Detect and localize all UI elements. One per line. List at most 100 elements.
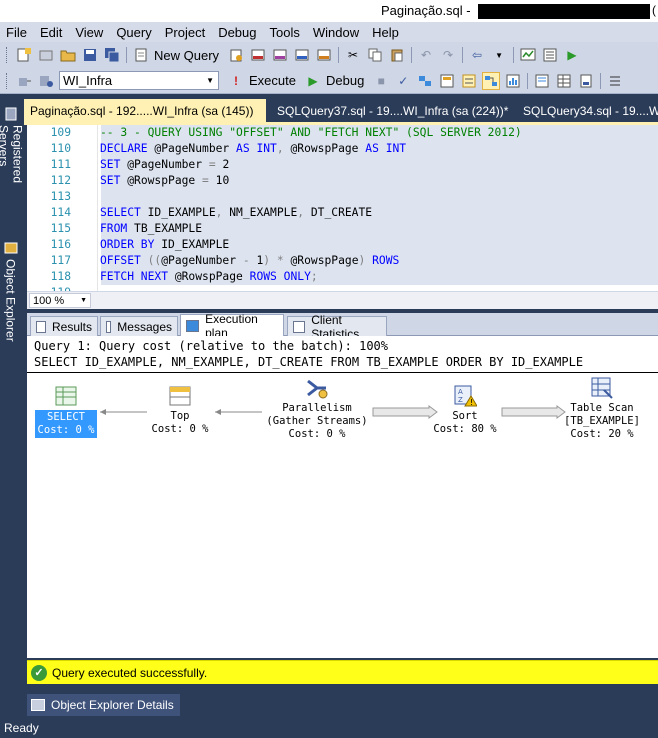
paste-icon[interactable] — [388, 46, 406, 64]
activity-monitor-icon[interactable] — [519, 46, 537, 64]
toolbar-separator — [126, 47, 127, 63]
change-connection-icon[interactable] — [37, 72, 55, 90]
messages-icon — [106, 320, 112, 333]
connect-icon[interactable] — [15, 72, 33, 90]
code-token: 2 — [222, 158, 230, 171]
new-query-icon[interactable] — [132, 46, 150, 64]
results-to-text-icon[interactable] — [533, 72, 551, 90]
cancel-query-icon[interactable]: ■ — [372, 72, 390, 90]
tab-messages-label: Messages — [117, 319, 172, 334]
tab-results[interactable]: Results — [30, 316, 98, 336]
zoom-select[interactable]: 100 % ▼ — [29, 293, 91, 308]
code-text: SELECT ID_EXAMPLE, NM_EXAMPLE, DT_CREATE — [100, 206, 372, 219]
code-token: ID_EXAMPLE — [161, 238, 230, 251]
editor-gutter — [97, 125, 98, 291]
results-to-file-icon[interactable] — [577, 72, 595, 90]
client-statistics-icon[interactable] — [504, 72, 522, 90]
execute-icon[interactable]: ! — [227, 72, 245, 90]
tab-messages[interactable]: Messages — [100, 316, 178, 336]
line-number: 114 — [50, 206, 71, 219]
comment-out-icon[interactable] — [606, 72, 624, 90]
debug-icon[interactable]: ▶ — [304, 72, 322, 90]
save-icon[interactable] — [81, 46, 99, 64]
close-icon[interactable]: ✕ — [265, 104, 266, 118]
menu-help[interactable]: Help — [372, 25, 399, 40]
code-token: ORDER BY — [100, 238, 162, 251]
menu-debug[interactable]: Debug — [218, 25, 256, 40]
menu-tools[interactable]: Tools — [270, 25, 300, 40]
new-query-button[interactable]: New Query — [154, 48, 219, 63]
mdx-query-icon[interactable] — [249, 46, 267, 64]
redo-icon[interactable]: ↷ — [439, 46, 457, 64]
menu-project[interactable]: Project — [165, 25, 205, 40]
save-all-icon[interactable] — [103, 46, 121, 64]
plan-node-top[interactable]: Top Cost: 0 % — [145, 384, 215, 436]
object-explorer-tab[interactable]: Object Explorer — [2, 241, 19, 361]
code-token: FETCH NEXT — [100, 270, 175, 283]
open-file-icon[interactable] — [59, 46, 77, 64]
code-line: 109 -- 3 - QUERY USING "OFFSET" AND "FETC… — [27, 126, 522, 142]
menu-view[interactable]: View — [75, 25, 103, 40]
sql-editor-toolbar: WI_Infra ▼ ! Execute ▶ Debug ■ ✓ — [0, 68, 658, 94]
plan-node-table-scan[interactable]: Table Scan [TB_EXAMPLE] Cost: 20 % — [559, 376, 645, 441]
menu-edit[interactable]: Edit — [40, 25, 62, 40]
navigate-backward-icon[interactable]: ⇦ — [468, 46, 486, 64]
code-token: ; — [310, 270, 318, 283]
code-line: 113 — [27, 190, 79, 206]
tab-execution-plan[interactable]: Execution plan — [180, 312, 284, 340]
add-item-icon[interactable] — [37, 46, 55, 64]
plan-node-sort[interactable]: A Z! Sort Cost: 80 % — [427, 384, 503, 436]
copy-icon[interactable] — [366, 46, 384, 64]
code-token: SELECT — [100, 206, 148, 219]
menu-bar: File Edit View Query Project Debug Tools… — [0, 22, 658, 42]
sql-editor[interactable]: 109 -- 3 - QUERY USING "OFFSET" AND "FETC… — [27, 125, 658, 291]
document-tabs: Paginação.sql - 192.....WI_Infra (sa (14… — [22, 99, 658, 122]
xmla-query-icon[interactable] — [293, 46, 311, 64]
plan-node-parallelism[interactable]: Parallelism (Gather Streams) Cost: 0 % — [261, 376, 373, 441]
code-token: DECLARE — [100, 142, 155, 155]
object-explorer-details-tab[interactable]: Object Explorer Details — [27, 694, 180, 716]
available-databases-select[interactable]: WI_Infra ▼ — [59, 71, 219, 90]
estimated-plan-icon[interactable] — [416, 72, 434, 90]
tab-sqlquery37[interactable]: SQLQuery37.sql - 19....WI_Infra (sa (224… — [271, 99, 511, 122]
results-to-grid-icon[interactable] — [555, 72, 573, 90]
svg-text:!: ! — [470, 398, 473, 407]
new-project-icon[interactable] — [15, 46, 33, 64]
menu-window[interactable]: Window — [313, 25, 359, 40]
tab-sqlquery34[interactable]: SQLQuery34.sql - 19....WI_ — [517, 99, 658, 122]
select-operator-icon — [54, 384, 78, 408]
redacted-title — [478, 4, 650, 19]
title-bar: Paginação.sql - ( — [0, 0, 658, 22]
plan-node-select[interactable]: SELECT Cost: 0 % — [31, 384, 101, 438]
node-select-cost: Cost: 0 % — [37, 424, 95, 436]
status-ready: Ready — [4, 720, 39, 735]
parse-icon[interactable]: ✓ — [394, 72, 412, 90]
menu-file[interactable]: File — [6, 25, 27, 40]
execute-button[interactable]: Execute — [249, 73, 296, 88]
toolbar-grip[interactable] — [6, 47, 9, 63]
cut-icon[interactable]: ✂ — [344, 46, 362, 64]
menu-query[interactable]: Query — [116, 25, 151, 40]
tab-paginacao[interactable]: Paginação.sql - 192.....WI_Infra (sa (14… — [24, 99, 266, 122]
node-select-label: SELECT Cost: 0 % — [34, 410, 98, 438]
dropdown-arrow-icon[interactable]: ▼ — [490, 46, 508, 64]
registered-servers-tab[interactable]: Registered Servers — [0, 107, 25, 227]
database-query-icon[interactable] — [227, 46, 245, 64]
debug-button[interactable]: Debug — [326, 73, 364, 88]
dmx-query-icon[interactable] — [271, 46, 289, 64]
query-designer-icon[interactable] — [438, 72, 456, 90]
tab-client-statistics[interactable]: Client Statistics — [287, 313, 387, 341]
code-token: NM_EXAMPLE — [229, 206, 298, 219]
code-text: SET @PageNumber = 2 — [100, 158, 229, 171]
include-actual-plan-icon[interactable] — [482, 71, 501, 90]
toolbar-grip[interactable] — [6, 72, 9, 89]
code-line: 111 SET @PageNumber = 2 — [27, 158, 230, 174]
intellisense-icon[interactable] — [460, 72, 478, 90]
start-debugging-icon[interactable]: ▶ — [563, 46, 581, 64]
properties-icon[interactable] — [541, 46, 559, 64]
toolbar-separator — [600, 72, 602, 89]
dax-query-icon[interactable] — [315, 46, 333, 64]
node-parallelism-name: Parallelism — [282, 402, 352, 414]
undo-icon[interactable]: ↶ — [417, 46, 435, 64]
server-icon — [4, 107, 18, 121]
